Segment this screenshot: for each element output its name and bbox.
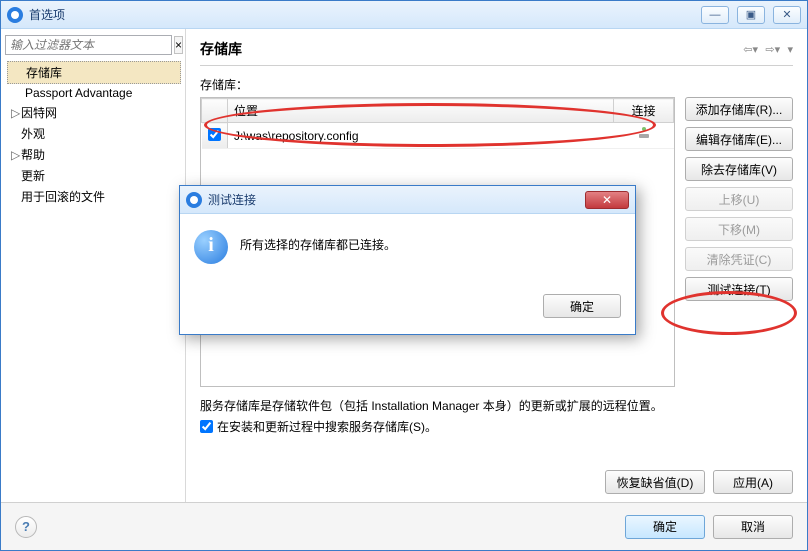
col-checkbox-header bbox=[202, 99, 228, 123]
info-icon bbox=[194, 230, 228, 264]
dialog-ok-button[interactable]: 确定 bbox=[543, 294, 621, 318]
dialog-app-icon bbox=[186, 192, 202, 208]
dialog-close-button[interactable]: ✕ bbox=[585, 191, 629, 209]
nav-tree: 存储库 Passport Advantage ▷因特网 外观 ▷帮助 更新 用于… bbox=[5, 59, 181, 207]
connection-ok-icon bbox=[637, 127, 651, 141]
apply-button[interactable]: 应用(A) bbox=[713, 470, 793, 494]
main-titlebar[interactable]: 首选项 — ▣ ✕ bbox=[1, 1, 807, 29]
row-location[interactable]: J:\was\repository.config bbox=[228, 123, 614, 149]
preferences-window: 首选项 — ▣ ✕ × 存储库 Passport Advantage ▷因特网 … bbox=[0, 0, 808, 551]
tree-item-appearance[interactable]: 外观 bbox=[7, 123, 181, 144]
maximize-button[interactable]: ▣ bbox=[737, 6, 765, 24]
edit-repo-button[interactable]: 编辑存储库(E)... bbox=[685, 127, 793, 151]
restore-defaults-button[interactable]: 恢复缺省值(D) bbox=[605, 470, 705, 494]
clear-filter-button[interactable]: × bbox=[174, 36, 183, 54]
remove-repo-button[interactable]: 除去存储库(V) bbox=[685, 157, 793, 181]
tree-item-help[interactable]: ▷帮助 bbox=[7, 144, 181, 165]
search-service-repo-checkbox[interactable] bbox=[200, 420, 213, 433]
window-title: 首选项 bbox=[29, 6, 701, 23]
clear-credentials-button: 清除凭证(C) bbox=[685, 247, 793, 271]
ok-button[interactable]: 确定 bbox=[625, 515, 705, 539]
nav-arrows: ⇦▾ ⇨▾ ▾ bbox=[739, 42, 793, 56]
section-label: 存储库： bbox=[200, 76, 793, 93]
add-repo-button[interactable]: 添加存储库(R)... bbox=[685, 97, 793, 121]
clear-icon: × bbox=[175, 38, 182, 52]
test-connection-button[interactable]: 测试连接(T) bbox=[685, 277, 793, 301]
description-text: 服务存储库是存储软件包（包括 Installation Manager 本身）的… bbox=[200, 397, 793, 414]
filter-input[interactable] bbox=[5, 35, 172, 55]
app-icon bbox=[7, 7, 23, 23]
test-connection-dialog: 测试连接 ✕ 所有选择的存储库都已连接。 确定 bbox=[179, 185, 636, 335]
tree-item-rollback[interactable]: 用于回滚的文件 bbox=[7, 186, 181, 207]
help-icon[interactable]: ? bbox=[15, 516, 37, 538]
dialog-message: 所有选择的存储库都已连接。 bbox=[240, 230, 621, 253]
repo-button-column: 添加存储库(R)... 编辑存储库(E)... 除去存储库(V) 上移(U) 下… bbox=[685, 97, 793, 387]
search-service-repo-label: 在安装和更新过程中搜索服务存储库(S)。 bbox=[217, 418, 437, 435]
table-row[interactable]: J:\was\repository.config bbox=[202, 123, 674, 149]
move-up-button: 上移(U) bbox=[685, 187, 793, 211]
minimize-button[interactable]: — bbox=[701, 6, 729, 24]
triangle-icon: ▷ bbox=[11, 106, 21, 120]
triangle-icon: ▷ bbox=[11, 148, 21, 162]
tree-item-passport[interactable]: Passport Advantage bbox=[7, 84, 181, 102]
dialog-title: 测试连接 bbox=[208, 191, 585, 208]
back-icon[interactable]: ⇦▾ bbox=[743, 44, 758, 56]
page-title: 存储库 bbox=[200, 39, 739, 59]
sidebar: × 存储库 Passport Advantage ▷因特网 外观 ▷帮助 更新 … bbox=[1, 29, 186, 502]
move-down-button: 下移(M) bbox=[685, 217, 793, 241]
forward-icon[interactable]: ⇨▾ bbox=[765, 44, 780, 56]
tree-item-update[interactable]: 更新 bbox=[7, 165, 181, 186]
cancel-button[interactable]: 取消 bbox=[713, 515, 793, 539]
footer: ? 确定 取消 bbox=[1, 502, 807, 550]
row-checkbox[interactable] bbox=[208, 128, 221, 141]
tree-item-repository[interactable]: 存储库 bbox=[7, 61, 181, 84]
menu-icon[interactable]: ▾ bbox=[787, 44, 793, 56]
tree-item-internet[interactable]: ▷因特网 bbox=[7, 102, 181, 123]
col-location-header[interactable]: 位置 bbox=[228, 99, 614, 123]
col-connection-header[interactable]: 连接 bbox=[614, 99, 674, 123]
close-button[interactable]: ✕ bbox=[773, 6, 801, 24]
